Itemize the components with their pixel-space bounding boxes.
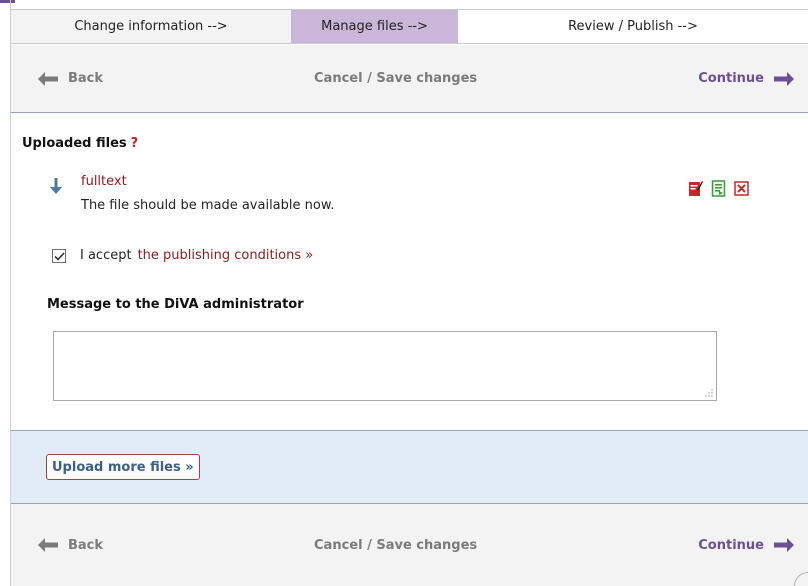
edit-icon[interactable] bbox=[688, 180, 703, 197]
workflow-steps: Change information --> Manage files --> … bbox=[11, 9, 808, 44]
cancel-save-button[interactable]: Cancel / Save changes bbox=[314, 538, 477, 553]
uploaded-files-heading: Uploaded files? bbox=[22, 136, 138, 151]
file-actions bbox=[688, 180, 749, 197]
arrow-right-icon bbox=[774, 71, 794, 86]
document-icon[interactable] bbox=[711, 180, 726, 197]
back-label: Back bbox=[68, 71, 104, 86]
help-link[interactable]: ? bbox=[131, 136, 139, 151]
step-change-information[interactable]: Change information --> bbox=[11, 10, 291, 43]
step-review-publish[interactable]: Review / Publish --> bbox=[458, 10, 808, 43]
arrow-right-icon bbox=[774, 538, 794, 552]
bottom-navigation-bar: Back Cancel / Save changes Continue bbox=[11, 503, 808, 586]
continue-button[interactable]: Continue bbox=[698, 71, 794, 86]
delete-icon[interactable] bbox=[734, 180, 749, 197]
arrow-left-icon bbox=[38, 71, 58, 86]
accept-conditions-row: I accept the publishing conditions » bbox=[52, 248, 313, 263]
publishing-conditions-link[interactable]: the publishing conditions » bbox=[138, 248, 314, 263]
uploaded-files-title: Uploaded files bbox=[22, 136, 127, 151]
message-label: Message to the DiVA administrator bbox=[47, 297, 304, 312]
back-button[interactable]: Back bbox=[38, 538, 103, 553]
back-label: Back bbox=[68, 537, 104, 553]
accept-checkbox[interactable] bbox=[52, 248, 66, 263]
resize-grip-icon[interactable] bbox=[705, 389, 713, 397]
top-navigation-bar: Back Cancel / Save changes Continue bbox=[11, 45, 808, 113]
arrow-left-icon bbox=[38, 538, 58, 552]
step-manage-files[interactable]: Manage files --> bbox=[291, 10, 458, 43]
file-availability-note: The file should be made available now. bbox=[81, 198, 335, 213]
upload-more-files-button[interactable]: Upload more files » bbox=[46, 454, 200, 480]
step-label: Change information --> bbox=[74, 19, 228, 34]
step-label: Review / Publish --> bbox=[568, 19, 698, 34]
step-label: Manage files --> bbox=[321, 19, 428, 34]
cancel-save-label: Cancel / Save changes bbox=[314, 71, 478, 86]
continue-label: Continue bbox=[698, 537, 764, 553]
message-textarea[interactable] bbox=[53, 331, 717, 401]
file-link[interactable]: fulltext bbox=[81, 174, 127, 189]
back-button[interactable]: Back bbox=[38, 71, 103, 86]
continue-label: Continue bbox=[698, 71, 764, 86]
corner-mark bbox=[0, 0, 15, 3]
accept-text: I accept bbox=[80, 248, 132, 263]
continue-button[interactable]: Continue bbox=[698, 538, 794, 553]
cancel-save-button[interactable]: Cancel / Save changes bbox=[314, 71, 477, 86]
checkmark-icon bbox=[54, 251, 65, 261]
upload-panel: Upload more files » bbox=[11, 430, 808, 503]
download-arrow-icon[interactable] bbox=[50, 178, 62, 194]
cancel-save-label: Cancel / Save changes bbox=[314, 537, 478, 553]
